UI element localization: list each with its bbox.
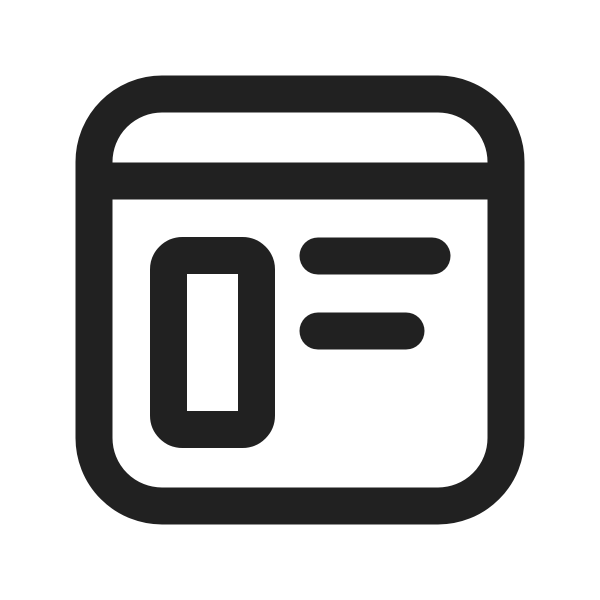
- icon-canvas: [0, 0, 600, 600]
- sidebar-panel: [150, 237, 275, 448]
- app-window-layout-icon: [75, 75, 525, 525]
